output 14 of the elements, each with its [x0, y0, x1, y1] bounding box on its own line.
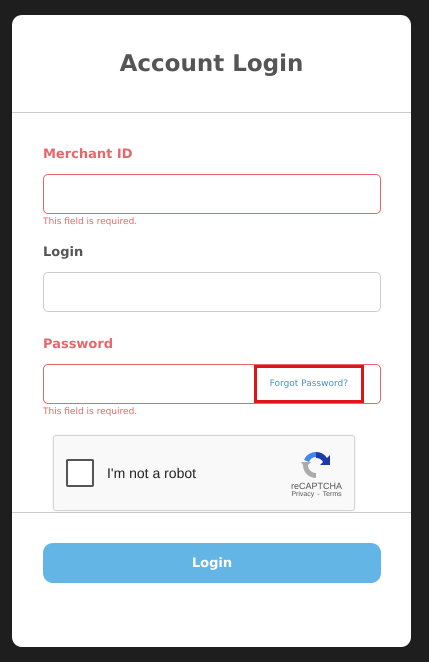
error-message: This field is required.: [43, 407, 138, 417]
captcha-label: I'm not a robot: [107, 465, 198, 481]
input-field[interactable]: [43, 272, 381, 312]
field-label: Password: [43, 337, 114, 352]
forgot-password-link[interactable]: Forgot Password?: [254, 365, 364, 403]
card-title: Account Login: [120, 50, 304, 76]
login-button[interactable]: Login: [43, 543, 381, 583]
error-message: This field is required.: [43, 217, 138, 227]
input-field[interactable]: Forgot Password?: [43, 364, 381, 404]
field-label: Login: [43, 245, 84, 260]
captcha-checkbox[interactable]: [66, 459, 94, 487]
recaptcha-brand: reCAPTCHA: [290, 480, 342, 490]
input-field[interactable]: [43, 174, 381, 214]
field-label: Merchant ID: [43, 147, 134, 162]
